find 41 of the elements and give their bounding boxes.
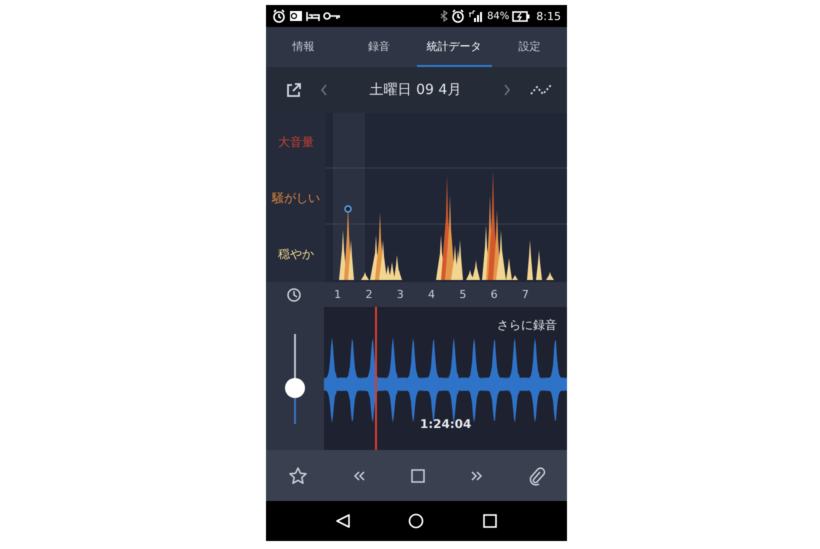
hour-label: 6 xyxy=(490,288,499,301)
hour-label: 4 xyxy=(427,288,436,301)
battery-charging-icon xyxy=(512,10,530,22)
level-label: 大音量 xyxy=(278,134,314,152)
signal-icon xyxy=(468,10,484,22)
battery-percent: 84% xyxy=(487,10,510,22)
alarm-icon xyxy=(272,9,286,23)
home-icon[interactable] xyxy=(408,513,424,529)
key-icon xyxy=(323,11,341,21)
volume-peak xyxy=(536,250,542,280)
clock-time: 8:15 xyxy=(536,10,561,22)
record-more-label: さらに録音 xyxy=(497,317,557,334)
tab[interactable]: 録音 xyxy=(341,27,416,67)
level-label: 穏やか xyxy=(278,246,314,263)
paperclip-icon[interactable] xyxy=(528,466,546,486)
tab[interactable]: 設定 xyxy=(492,27,567,67)
bluetooth-icon xyxy=(440,10,448,22)
hour-label: 5 xyxy=(458,288,468,301)
chevron-left-icon[interactable] xyxy=(320,83,328,97)
line-chart-icon[interactable] xyxy=(529,83,553,97)
back-icon[interactable] xyxy=(334,513,351,529)
level-label: 騒がしい xyxy=(272,190,320,207)
hour-label: 2 xyxy=(364,288,374,301)
stop-icon[interactable] xyxy=(410,468,426,484)
star-icon[interactable] xyxy=(288,466,308,486)
date-label: 土曜日 09 4月 xyxy=(368,81,462,99)
point-marker[interactable] xyxy=(344,205,352,213)
fast-forward-icon[interactable] xyxy=(468,468,484,482)
volume-peak xyxy=(546,272,554,280)
hour-label: 1 xyxy=(333,288,342,301)
chevron-right-icon[interactable] xyxy=(503,83,511,97)
recent-apps-icon[interactable] xyxy=(482,513,498,529)
alarm-icon xyxy=(451,9,466,23)
tab[interactable]: 情報 xyxy=(266,27,342,67)
recording-time: 1:24:04 xyxy=(420,417,472,431)
bed-icon xyxy=(306,10,320,22)
clock-icon xyxy=(287,288,301,302)
hour-label: 3 xyxy=(396,288,405,301)
slider-thumb[interactable] xyxy=(285,378,305,398)
hour-label: 7 xyxy=(520,288,530,301)
share-icon[interactable] xyxy=(286,82,302,98)
